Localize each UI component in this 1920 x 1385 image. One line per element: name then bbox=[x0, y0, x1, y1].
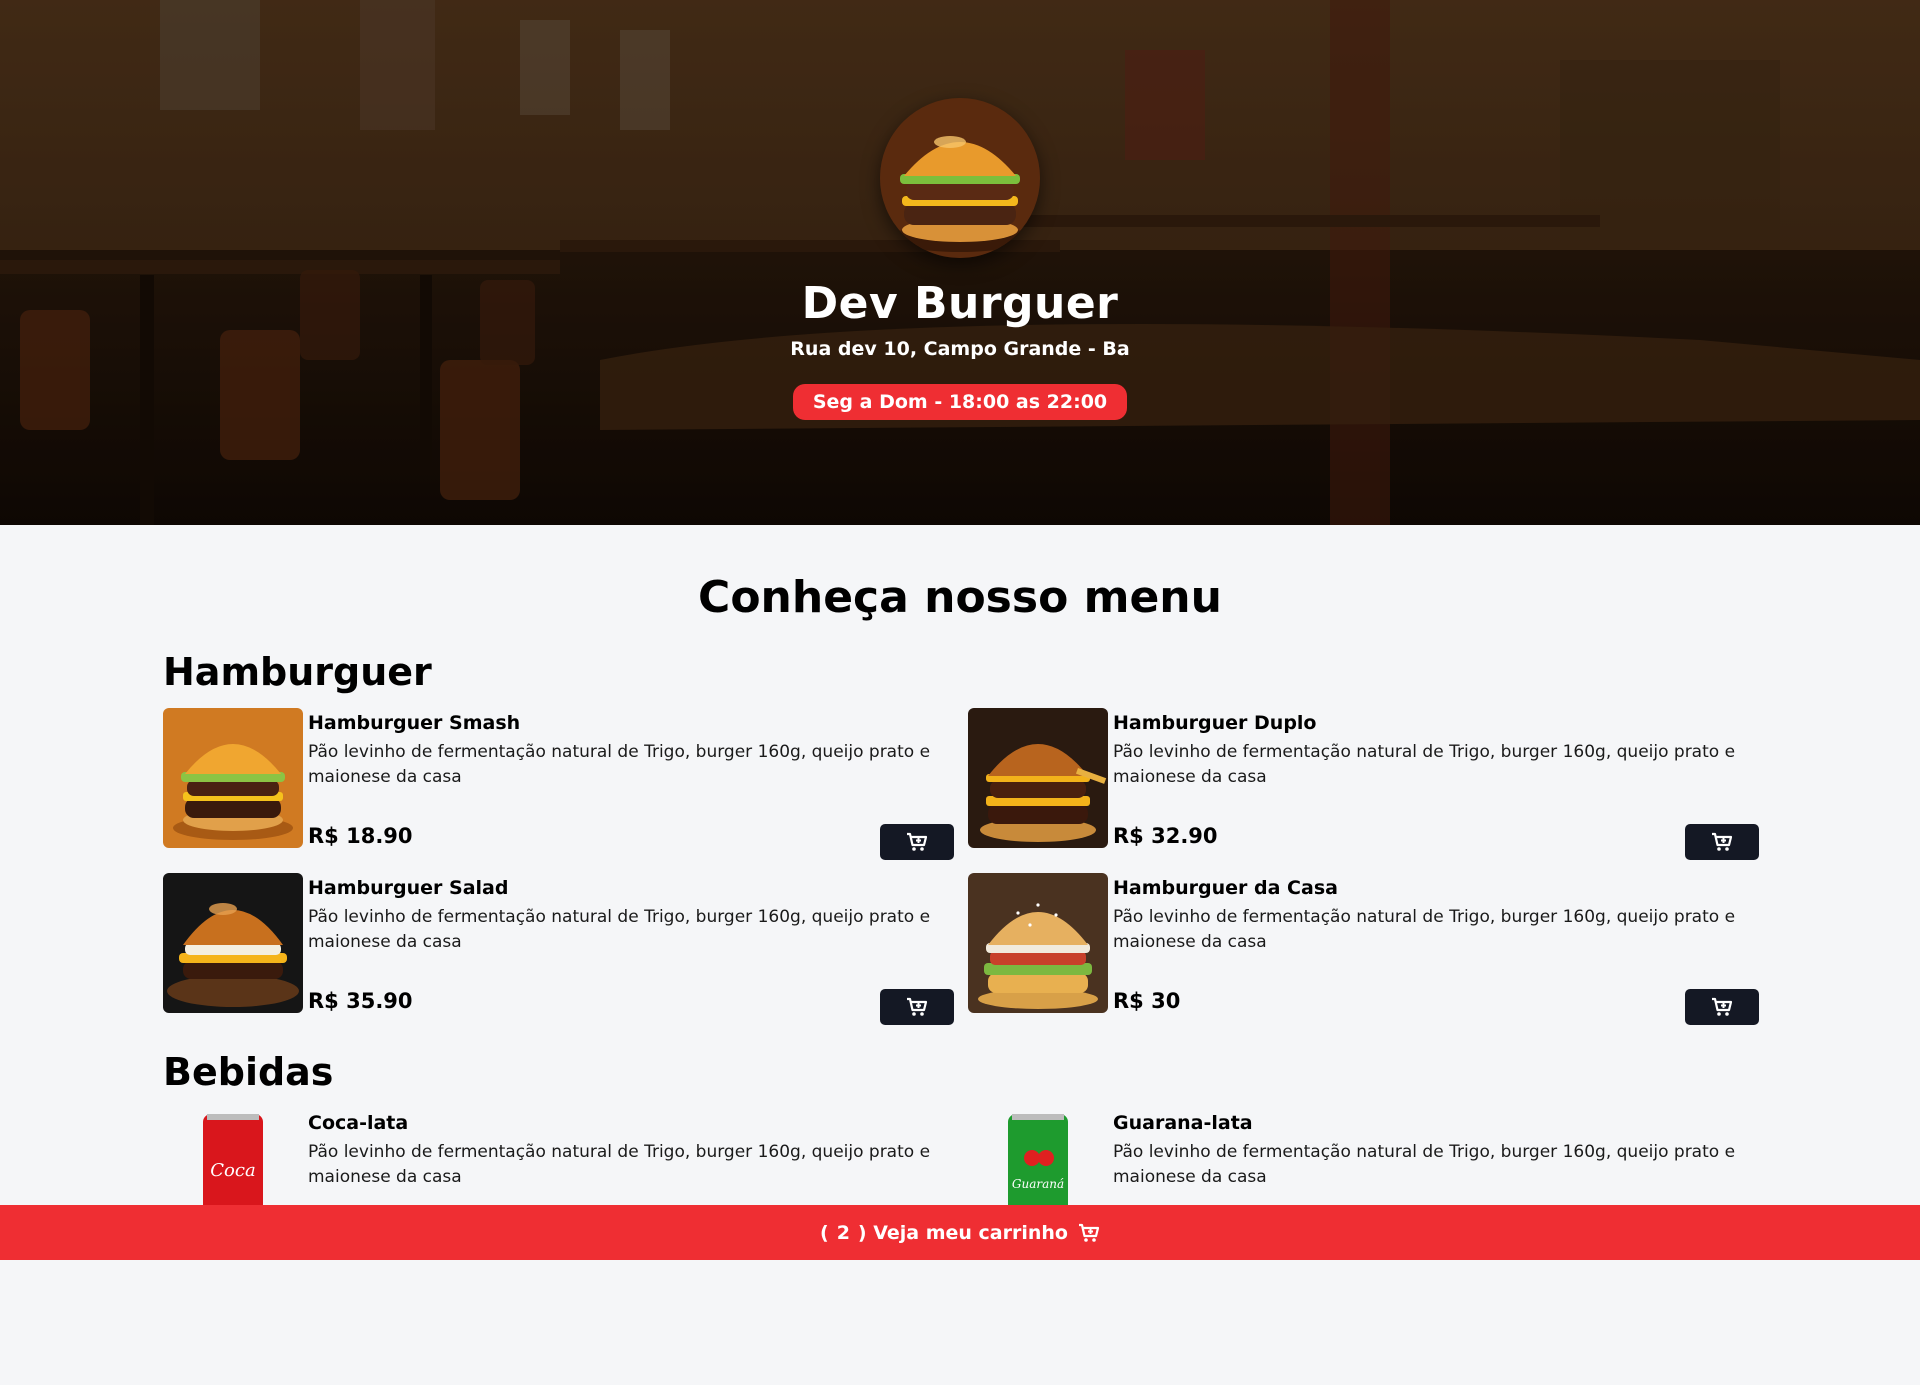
product-name: Hamburguer Smash bbox=[308, 712, 521, 734]
product-price: R$ 35.90 bbox=[308, 989, 413, 1013]
section-title-bebidas: Bebidas bbox=[163, 1050, 334, 1094]
product-description: Pão levinho de fermentação natural de Tr… bbox=[308, 907, 931, 952]
product-price: R$ 18.90 bbox=[308, 824, 413, 848]
product-card: Hamburguer da Casa Pão levinho de fermen… bbox=[968, 873, 1759, 1025]
shopping-cart-icon bbox=[1078, 1223, 1100, 1243]
restaurant-address: Rua dev 10, Campo Grande - Ba bbox=[790, 338, 1130, 361]
add-to-cart-button[interactable] bbox=[880, 989, 954, 1025]
menu-title: Conheça nosso menu bbox=[698, 572, 1222, 623]
add-to-cart-icon bbox=[1712, 997, 1733, 1016]
burger-image bbox=[968, 873, 1108, 1013]
restaurant-name: Dev Burguer bbox=[801, 278, 1119, 329]
product-description: Pão levinho de fermentação natural de Tr… bbox=[308, 742, 931, 787]
product-name: Hamburguer Duplo bbox=[1113, 712, 1317, 734]
section-title-hamburguer: Hamburguer bbox=[163, 650, 432, 694]
product-card: Hamburguer Duplo Pão levinho de fermenta… bbox=[968, 708, 1759, 860]
burger-image bbox=[163, 708, 303, 848]
svg-text:Guaraná: Guaraná bbox=[1012, 1177, 1064, 1191]
product-description: Pão levinho de fermentação natural de Tr… bbox=[1113, 907, 1736, 952]
cart-open-paren: ( bbox=[820, 1221, 829, 1244]
add-to-cart-icon bbox=[907, 997, 928, 1016]
product-card: Hamburguer Salad Pão levinho de fermenta… bbox=[163, 873, 954, 1025]
product-price: R$ 30 bbox=[1113, 989, 1181, 1013]
product-name: Hamburguer da Casa bbox=[1113, 877, 1338, 899]
hero-content: Dev Burguer Rua dev 10, Campo Grande - B… bbox=[0, 0, 1920, 525]
cart-count: 2 bbox=[836, 1221, 850, 1244]
product-name: Guarana-lata bbox=[1113, 1112, 1253, 1134]
product-name: Coca-lata bbox=[308, 1112, 409, 1134]
product-card: Hamburguer Smash Pão levinho de fermenta… bbox=[163, 708, 954, 860]
opening-hours-badge: Seg a Dom - 18:00 as 22:00 bbox=[792, 384, 1128, 421]
product-description: Pão levinho de fermentação natural de Tr… bbox=[1113, 1142, 1736, 1187]
view-cart-label: ) Veja meu carrinho bbox=[857, 1221, 1068, 1244]
add-to-cart-button[interactable] bbox=[1685, 824, 1759, 860]
add-to-cart-button[interactable] bbox=[1685, 989, 1759, 1025]
logo-burger-image bbox=[880, 98, 1040, 258]
add-to-cart-icon bbox=[1712, 832, 1733, 851]
product-name: Hamburguer Salad bbox=[308, 877, 509, 899]
product-description: Pão levinho de fermentação natural de Tr… bbox=[308, 1142, 931, 1187]
add-to-cart-button[interactable] bbox=[880, 824, 954, 860]
burger-image bbox=[163, 873, 303, 1013]
product-price: R$ 32.90 bbox=[1113, 824, 1218, 848]
svg-text:Coca: Coca bbox=[210, 1160, 255, 1181]
product-description: Pão levinho de fermentação natural de Tr… bbox=[1113, 742, 1736, 787]
view-cart-button[interactable]: ( 2 ) Veja meu carrinho bbox=[0, 1205, 1920, 1260]
burger-image bbox=[968, 708, 1108, 848]
add-to-cart-icon bbox=[907, 832, 928, 851]
hero-header: Dev Burguer Rua dev 10, Campo Grande - B… bbox=[0, 0, 1920, 525]
